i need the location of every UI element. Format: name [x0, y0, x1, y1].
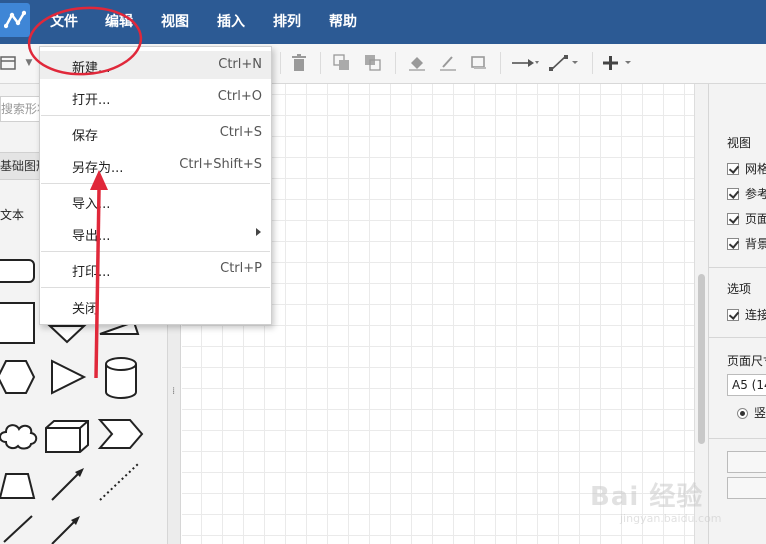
checkbox-grid[interactable] [727, 162, 739, 175]
shape-hexagon [0, 360, 36, 394]
toolbar-separator [320, 52, 321, 74]
to-back-icon[interactable] [364, 54, 382, 72]
vertical-scroll-thumb[interactable] [698, 274, 705, 444]
shape-dotted-line [99, 463, 139, 501]
file-menu-print[interactable]: 打印... Ctrl+P [40, 255, 271, 283]
watermark: Bai 经验 jingyan.baidu.com [590, 462, 760, 542]
file-menu-save-shortcut: Ctrl+S [219, 125, 262, 140]
check-grid-label: 网格 [745, 162, 766, 176]
menu-separator [41, 115, 270, 116]
shape-arrow [51, 471, 81, 501]
insert-icon[interactable] [602, 54, 634, 72]
check-connection-arrows-label: 连接箭头 [745, 308, 766, 322]
file-menu-close-label: 关闭 [72, 302, 99, 317]
checkbox-background[interactable] [727, 237, 739, 250]
checkbox-guides[interactable] [727, 187, 739, 200]
layout-icon[interactable] [0, 54, 18, 72]
file-menu-save-label: 保存 [72, 129, 99, 144]
shape-cloud [0, 424, 38, 450]
shape-rounded-rect [0, 259, 35, 283]
shape-cylinder [105, 357, 137, 399]
app-root: 文件 编辑 视图 插入 排列 帮助 ▼ 搜索形状 基础图形 文本 ⁞ 视图 网格… [0, 0, 766, 544]
submenu-arrow-icon [256, 228, 261, 236]
file-menu-new-shortcut: Ctrl+N [218, 57, 262, 72]
delete-icon[interactable] [290, 54, 308, 72]
menu-arrange[interactable]: 排列 [273, 12, 301, 32]
shape-rectangle [0, 302, 35, 344]
check-connection-arrows[interactable]: 连接箭头 [727, 306, 766, 322]
file-menu-export[interactable]: 导出... [40, 219, 271, 247]
file-menu: 新建... Ctrl+N 打开... Ctrl+O 保存 Ctrl+S 另存为.… [39, 46, 272, 325]
check-background[interactable]: 背景 [727, 235, 766, 251]
file-menu-save-as-shortcut: Ctrl+Shift+S [179, 157, 262, 172]
check-page-view-label: 页面视图 [745, 212, 766, 226]
radio-portrait[interactable] [737, 408, 748, 419]
line-color-icon[interactable] [439, 54, 457, 72]
file-menu-import-label: 导入... [72, 197, 111, 212]
watermark-url: jingyan.baidu.com [620, 512, 722, 525]
shape-cube [45, 420, 89, 453]
menu-edit[interactable]: 编辑 [105, 12, 133, 32]
file-menu-save[interactable]: 保存 Ctrl+S [40, 119, 271, 147]
check-guides-label: 参考线 [745, 187, 766, 201]
check-grid[interactable]: 网格 [727, 160, 766, 176]
menu-insert[interactable]: 插入 [217, 12, 245, 32]
panel-divider [709, 267, 766, 268]
checkbox-connection-arrows[interactable] [727, 308, 739, 321]
page-size-select[interactable]: A5 (148 mm x 210 mm) [727, 374, 766, 396]
shape-step [97, 419, 144, 449]
view-section-title: 视图 [727, 136, 752, 150]
file-menu-close[interactable]: 关闭 [40, 292, 271, 320]
toolbar-separator [395, 52, 396, 74]
file-menu-export-label: 导出... [72, 229, 111, 244]
menu-separator [41, 251, 270, 252]
shape-diamond [47, 325, 87, 344]
file-menu-new[interactable]: 新建... Ctrl+N [40, 51, 271, 79]
panel-divider [709, 438, 766, 439]
menu-bar: 文件 编辑 视图 插入 排列 帮助 [0, 0, 766, 44]
file-menu-save-as[interactable]: 另存为... Ctrl+Shift+S [40, 151, 271, 179]
check-page-view[interactable]: 页面视图 [727, 210, 766, 226]
panel-divider [709, 337, 766, 338]
shape-line [3, 515, 33, 543]
file-menu-import[interactable]: 导入... [40, 187, 271, 215]
to-front-icon[interactable] [333, 54, 351, 72]
layout-dropdown-icon[interactable]: ▼ [20, 54, 38, 72]
toolbar-separator [280, 52, 281, 74]
shadow-icon[interactable] [470, 54, 488, 72]
orientation-portrait-label: 竖向 [754, 406, 766, 420]
fill-color-icon[interactable] [408, 54, 426, 72]
toolbar-separator [500, 52, 501, 74]
check-guides[interactable]: 参考线 [727, 185, 766, 201]
file-menu-save-as-label: 另存为... [72, 161, 124, 176]
toolbar-separator [592, 52, 593, 74]
file-menu-new-label: 新建... [72, 61, 111, 76]
logo-icon[interactable] [0, 3, 30, 37]
watermark-logo-text: Bai 经验 [590, 482, 704, 512]
file-menu-open-label: 打开... [72, 93, 111, 108]
file-menu-print-shortcut: Ctrl+P [220, 261, 262, 276]
connection-icon[interactable] [510, 54, 540, 72]
menu-view[interactable]: 视图 [161, 12, 189, 32]
check-background-label: 背景 [745, 237, 766, 251]
menu-file[interactable]: 文件 [50, 12, 78, 32]
shape-trapezoid [0, 473, 36, 499]
options-section-title: 选项 [727, 282, 752, 296]
file-menu-open-shortcut: Ctrl+O [217, 89, 262, 104]
file-menu-open[interactable]: 打开... Ctrl+O [40, 83, 271, 111]
orientation-portrait[interactable]: 竖向 [737, 404, 766, 421]
file-menu-print-label: 打印... [72, 265, 111, 280]
shape-text[interactable]: 文本 [0, 206, 24, 223]
menu-separator [41, 183, 270, 184]
shape-arrow-2 [51, 519, 77, 544]
checkbox-page-view[interactable] [727, 212, 739, 225]
splitter-grip-icon[interactable]: ⁞ [172, 386, 175, 397]
menu-help[interactable]: 帮助 [329, 12, 357, 32]
shape-triangle [51, 359, 87, 395]
page-size-title: 页面尺寸 [727, 354, 766, 368]
waypoints-icon[interactable] [548, 54, 580, 72]
menu-separator [41, 287, 270, 288]
